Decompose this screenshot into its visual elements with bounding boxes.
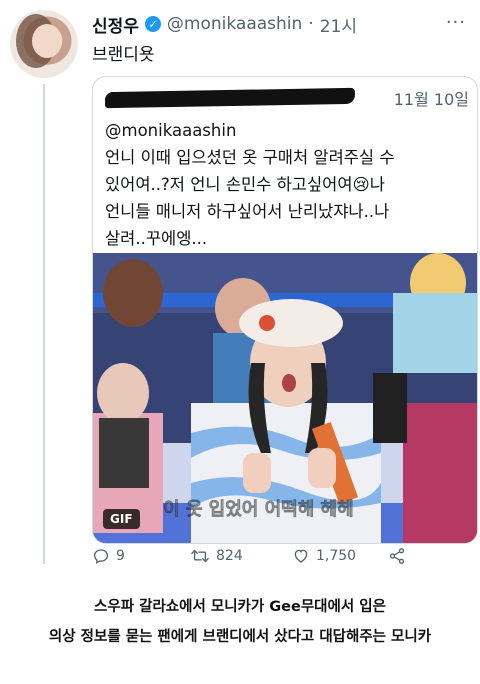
share-button[interactable] — [388, 547, 406, 565]
tweet-header: 신정우 ✓ @monikaaashin · 21시 — [92, 12, 357, 37]
tweet-card[interactable]: 신정우 ✓ @monikaaashin · 21시 ··· 브랜디욧 11월 1… — [0, 0, 480, 575]
quoted-line: 있어여..?저 언니 손민수 하고싶어여😢나 — [105, 175, 385, 194]
tweet-text: 브랜디욧 — [92, 45, 155, 65]
avatar[interactable] — [10, 10, 78, 78]
quoted-header: 11월 10일 — [104, 87, 469, 109]
like-button[interactable]: 1,750 — [292, 547, 382, 565]
quoted-text: @monikaaashin 언니 이때 입으셨던 옷 구매처 알려주실 수 있어… — [105, 117, 471, 252]
gif-subtitle: 이 옷 입었어 어떡해 헤헤 — [163, 498, 354, 520]
gif-badge: GIF — [103, 509, 140, 529]
quoted-tweet[interactable]: 11월 10일 @monikaaashin 언니 이때 입으셨던 옷 구매처 알… — [92, 76, 478, 544]
heart-icon — [294, 549, 308, 563]
quoted-line: 살려..꾸에엥... — [105, 229, 208, 248]
gif-media[interactable]: 이 옷 입었어 어떡해 헤헤 GIF — [93, 253, 477, 543]
reply-icon — [93, 549, 109, 565]
caption-line: 스우파 갈라쇼에서 모니카가 Gee무대에서 입은 — [94, 599, 386, 615]
thread-line — [43, 84, 45, 564]
more-options-icon[interactable]: ··· — [446, 12, 466, 33]
avatar-face — [32, 24, 62, 58]
tweet-actions: 9 824 1,750 — [92, 545, 432, 567]
quoted-date: 11월 10일 — [393, 90, 469, 109]
quoted-line: 언니들 매니저 하구싶어서 난리났쟈나..나 — [105, 202, 390, 221]
like-count: 1,750 — [316, 548, 357, 564]
quoted-mention[interactable]: @monikaaashin — [105, 117, 471, 144]
verified-badge-icon: ✓ — [144, 16, 161, 32]
redacted-author-scribble — [104, 87, 356, 109]
quoted-line: 언니 이때 입으셨던 옷 구매처 알려주실 수 — [105, 148, 395, 167]
image-caption: 스우파 갈라쇼에서 모니카가 Gee무대에서 입은 의상 정보를 묻는 팬에게 … — [0, 592, 480, 652]
separator-dot: · — [308, 14, 314, 34]
gif-frame-illustration: 이 옷 입었어 어떡해 헤헤 — [93, 253, 477, 543]
share-icon — [389, 548, 405, 564]
reply-count: 9 — [116, 548, 125, 564]
retweet-count: 824 — [216, 548, 243, 564]
caption-line: 의상 정보를 묻는 팬에게 브랜디에서 샀다고 대답해주는 모니카 — [48, 629, 432, 645]
retweet-icon — [191, 549, 209, 563]
retweet-button[interactable]: 824 — [190, 547, 272, 565]
reply-button[interactable]: 9 — [92, 547, 162, 565]
author-handle[interactable]: @monikaaashin — [167, 14, 302, 34]
tweet-time[interactable]: 21시 — [320, 12, 357, 37]
author-name[interactable]: 신정우 — [92, 12, 139, 37]
